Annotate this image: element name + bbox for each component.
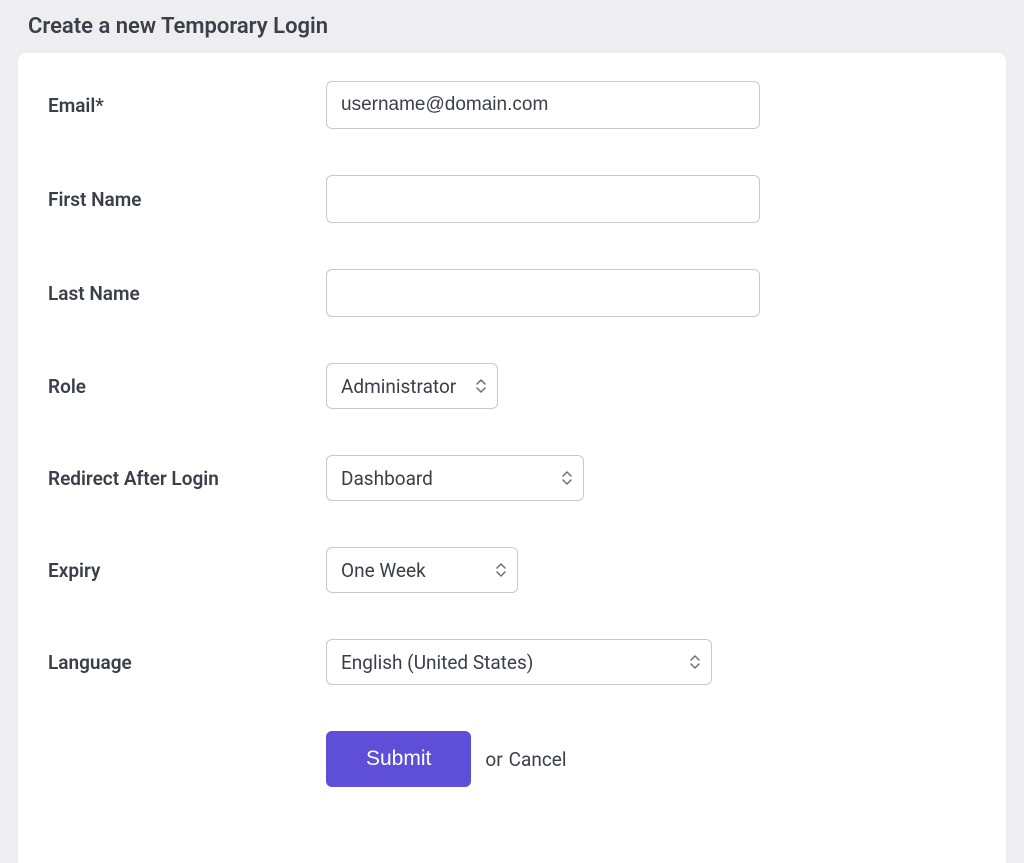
page-title: Create a new Temporary Login: [0, 0, 1024, 53]
last-name-label: Last Name: [48, 282, 326, 305]
role-select[interactable]: Administrator: [326, 363, 498, 409]
or-text: or: [485, 748, 502, 771]
form-row-role: Role Administrator: [48, 363, 976, 409]
first-name-input[interactable]: [326, 175, 760, 223]
form-row-last-name: Last Name: [48, 269, 976, 317]
expiry-label: Expiry: [48, 559, 326, 582]
language-select[interactable]: English (United States): [326, 639, 712, 685]
first-name-label: First Name: [48, 188, 326, 211]
email-label: Email*: [48, 94, 326, 117]
expiry-select[interactable]: One Week: [326, 547, 518, 593]
redirect-select[interactable]: Dashboard: [326, 455, 584, 501]
role-label: Role: [48, 375, 326, 398]
email-input[interactable]: [326, 81, 760, 129]
redirect-label: Redirect After Login: [48, 467, 326, 490]
form-row-expiry: Expiry One Week: [48, 547, 976, 593]
actions-row: Submit or Cancel: [48, 731, 976, 787]
cancel-link[interactable]: Cancel: [509, 748, 567, 771]
language-label: Language: [48, 651, 326, 674]
form-row-first-name: First Name: [48, 175, 976, 223]
form-card: Email* First Name Last Name Role Adminis…: [18, 53, 1006, 863]
form-row-email: Email*: [48, 81, 976, 129]
last-name-input[interactable]: [326, 269, 760, 317]
form-row-language: Language English (United States): [48, 639, 976, 685]
submit-button[interactable]: Submit: [326, 731, 471, 787]
form-row-redirect: Redirect After Login Dashboard: [48, 455, 976, 501]
